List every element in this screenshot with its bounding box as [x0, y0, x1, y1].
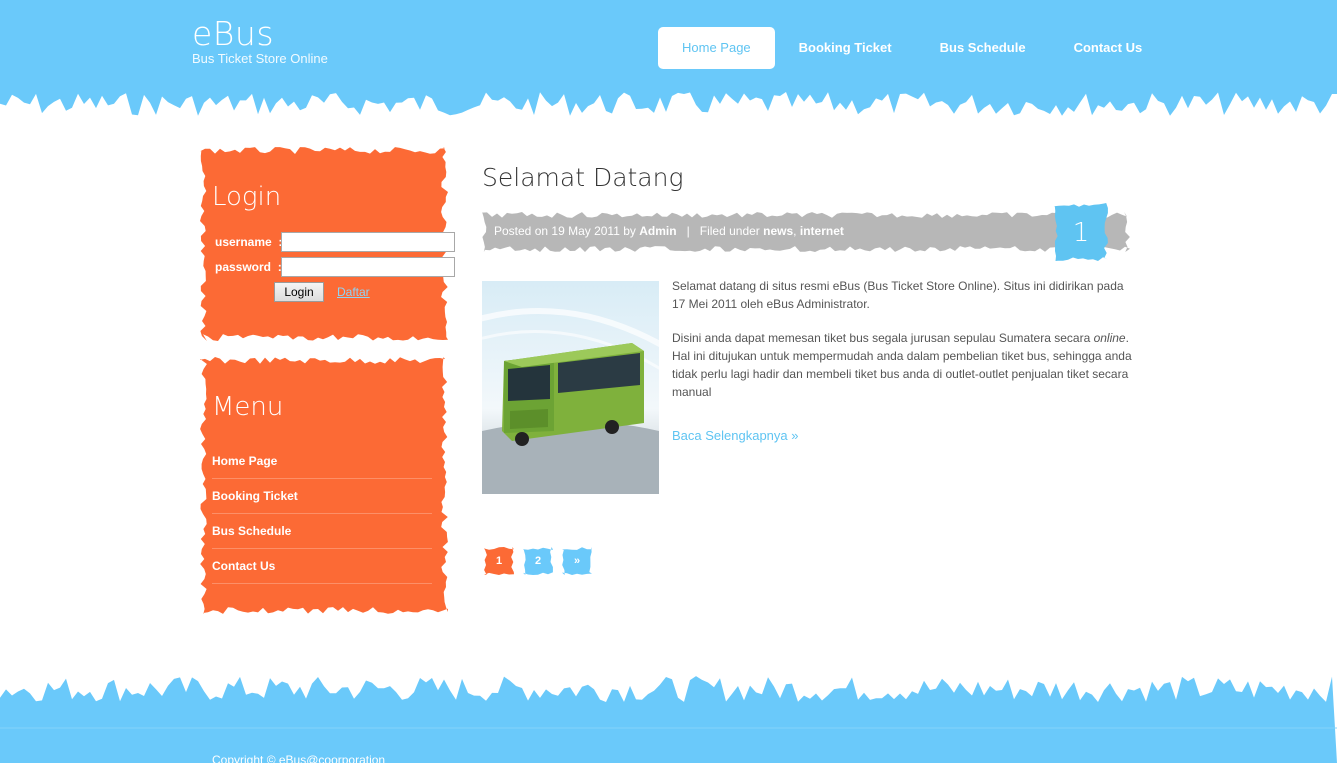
- menu-box: Menu Home Page Booking Ticket Bus Schedu…: [200, 357, 448, 614]
- post-date: 19 May 2011: [551, 224, 620, 238]
- sidebar-item-contact-us[interactable]: Contact Us: [212, 549, 432, 584]
- post-paragraph-1: Selamat datang di situs resmi eBus (Bus …: [672, 279, 1124, 311]
- sidebar-item-booking-ticket[interactable]: Booking Ticket: [212, 479, 432, 514]
- top-navigation: Home Page Booking Ticket Bus Schedule Co…: [658, 27, 1166, 69]
- password-label: password :: [215, 260, 282, 274]
- meta-by: by: [623, 224, 636, 238]
- page-2-label: 2: [534, 555, 542, 567]
- site-logo[interactable]: eBus Bus Ticket Store Online: [192, 14, 328, 67]
- post-content: Selamat datang di situs resmi eBus (Bus …: [672, 277, 1132, 417]
- sidebar-menu: Home Page Booking Ticket Bus Schedule Co…: [212, 444, 432, 584]
- logo-subtitle: Bus Ticket Store Online: [192, 51, 328, 66]
- meta-posted-on: Posted on: [494, 224, 549, 238]
- password-input[interactable]: [281, 257, 455, 277]
- nav-contact-us[interactable]: Contact Us: [1050, 27, 1167, 69]
- register-link[interactable]: Daftar: [337, 285, 370, 299]
- post-bus-image: [482, 281, 659, 494]
- next-page-label: »: [573, 555, 581, 567]
- meta-filed-under: Filed under: [699, 224, 760, 238]
- comment-count: 1: [1072, 218, 1090, 248]
- meta-separator: |: [686, 224, 690, 238]
- sidebar-item-bus-schedule[interactable]: Bus Schedule: [212, 514, 432, 549]
- site-footer: Copyright © eBus@coorporation: [0, 662, 1337, 767]
- post-title[interactable]: Selamat Datang: [482, 163, 683, 192]
- nav-booking-ticket[interactable]: Booking Ticket: [775, 27, 916, 69]
- footer-torn-background: [0, 676, 1337, 763]
- nav-bus-schedule[interactable]: Bus Schedule: [916, 27, 1050, 69]
- sidebar-item-home-page[interactable]: Home Page: [212, 444, 432, 479]
- login-button[interactable]: Login: [274, 282, 324, 302]
- username-input[interactable]: [281, 232, 455, 252]
- category-separator: ,: [793, 224, 797, 238]
- nav-home-page[interactable]: Home Page: [658, 27, 775, 69]
- category-internet[interactable]: internet: [800, 224, 844, 238]
- category-news[interactable]: news: [763, 224, 793, 238]
- post-paragraph-2: Disini anda dapat memesan tiket bus sega…: [672, 331, 1132, 399]
- username-label: username :: [215, 235, 282, 249]
- page-2-button[interactable]: 2: [523, 547, 553, 575]
- login-box: Login username : password : Login Daftar: [200, 147, 455, 341]
- comment-count-badge[interactable]: 1: [1054, 203, 1108, 261]
- read-more-link[interactable]: Baca Selengkapnya »: [672, 428, 798, 443]
- post-author[interactable]: Admin: [639, 224, 676, 238]
- pagination: 1 2 »: [484, 547, 601, 575]
- copyright-text: Copyright © eBus@coorporation: [212, 753, 386, 767]
- page-1-button[interactable]: 1: [484, 547, 514, 575]
- login-title: Login: [212, 182, 282, 212]
- next-page-button[interactable]: »: [562, 547, 592, 575]
- site-header: eBus Bus Ticket Store Online Home Page B…: [0, 0, 1337, 120]
- page-1-label: 1: [495, 555, 503, 567]
- logo-title: eBus: [192, 14, 275, 53]
- post-meta-text: Posted on 19 May 2011 by Admin | Filed u…: [494, 224, 844, 238]
- menu-title: Menu: [212, 392, 284, 422]
